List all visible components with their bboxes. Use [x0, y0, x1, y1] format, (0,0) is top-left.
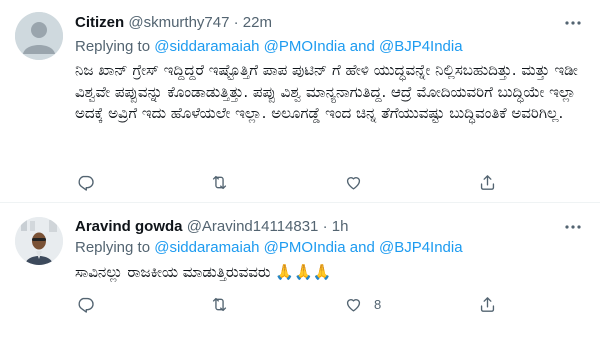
display-name[interactable]: Citizen — [75, 14, 124, 31]
tweet[interactable]: Aravind gowda @Aravind14114831 · 1h Repl… — [0, 203, 600, 338]
share-icon — [480, 174, 495, 190]
replying-to: Replying to @siddaramaiah @PMOIndia and … — [75, 238, 463, 258]
separator-dot: · — [322, 218, 328, 235]
mention-link[interactable]: @BJP4India — [379, 239, 463, 256]
reply-icon — [78, 175, 94, 191]
retweet-icon — [212, 175, 227, 189]
timestamp[interactable]: 1h — [332, 218, 349, 235]
mention-link[interactable]: @siddaramaiah — [154, 38, 259, 55]
replying-to-label: Replying to — [75, 38, 155, 55]
mention-link[interactable]: @siddaramaiah — [154, 239, 259, 256]
more-options-icon[interactable] — [562, 13, 584, 33]
default-profile-icon — [15, 12, 63, 60]
timestamp[interactable]: 22m — [243, 14, 272, 31]
mention-and[interactable]: and — [346, 38, 379, 55]
replying-to: Replying to @siddaramaiah @PMOIndia and … — [75, 37, 463, 57]
retweet-button[interactable] — [210, 292, 229, 316]
mention-link[interactable]: @BJP4India — [379, 38, 463, 55]
share-button[interactable] — [478, 170, 497, 194]
separator-dot: · — [233, 14, 239, 31]
like-button[interactable]: 8 — [344, 292, 381, 316]
reply-button[interactable] — [76, 292, 95, 316]
reply-button[interactable] — [76, 170, 95, 194]
tweet-text: ನಿಜ ಖಾನ್ ಗ್ರೇಸ್ ಇದ್ದಿದ್ದರೆ ಇಷ್ಟೊತ್ತಿಗೆ ಪ… — [75, 61, 578, 122]
share-button[interactable] — [478, 292, 497, 316]
replying-to-label: Replying to — [75, 239, 155, 256]
share-icon — [480, 296, 495, 312]
more-options-icon[interactable] — [562, 217, 584, 237]
display-name[interactable]: Aravind gowda — [75, 218, 183, 235]
mention-and[interactable]: and — [346, 239, 379, 256]
default-avatar[interactable] — [15, 12, 63, 60]
tweet-actions: 8 — [66, 292, 506, 316]
mention-link[interactable]: @PMOIndia — [264, 38, 346, 55]
tweet-actions — [66, 170, 506, 194]
like-count: 8 — [374, 296, 382, 312]
like-button[interactable] — [344, 170, 374, 194]
user-handle[interactable]: @Aravind14114831 — [187, 218, 319, 235]
retweet-icon — [212, 297, 227, 311]
user-handle[interactable]: @skmurthy747 — [128, 14, 229, 31]
avatar[interactable] — [15, 217, 63, 265]
profile-photo-icon — [15, 217, 63, 265]
heart-icon — [346, 176, 361, 190]
tweet[interactable]: Citizen @skmurthy747 · 22m Replying to @… — [0, 0, 600, 202]
tweet-header: Citizen @skmurthy747 · 22m — [75, 13, 272, 33]
tweet-text: ಸಾವಿನಲ್ಲು ರಾಜಕೀಯ ಮಾಡುತ್ತಿರುವವರು 🙏🙏🙏 — [75, 263, 332, 281]
heart-icon — [346, 298, 361, 312]
reply-icon — [78, 297, 94, 313]
mention-link[interactable]: @PMOIndia — [264, 239, 346, 256]
retweet-button[interactable] — [210, 170, 229, 194]
tweet-header: Aravind gowda @Aravind14114831 · 1h — [75, 217, 348, 237]
